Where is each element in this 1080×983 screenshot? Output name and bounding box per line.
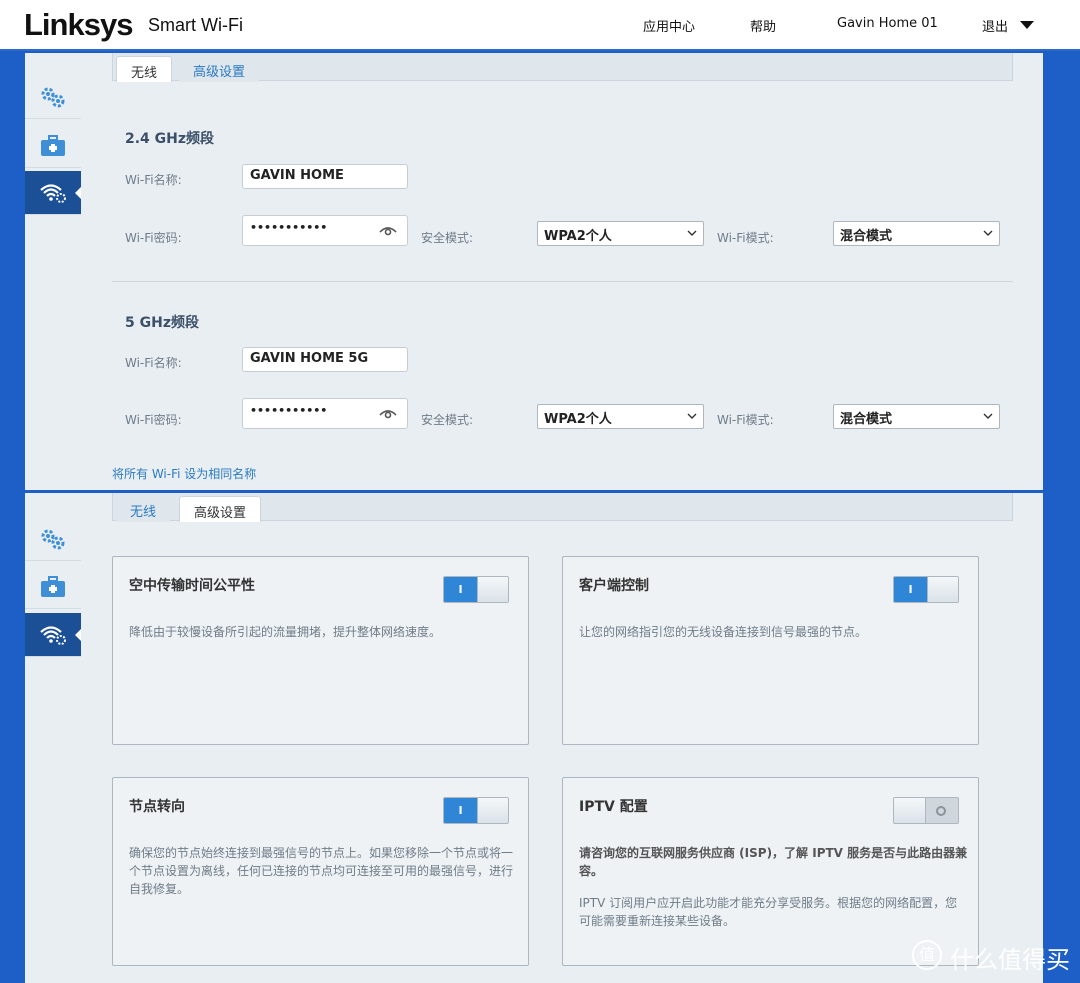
chevron-down-icon	[983, 413, 993, 419]
wifi-settings-icon	[40, 625, 66, 645]
product-name: Smart Wi-Fi	[148, 15, 243, 35]
band24-security-label: 安全模式:	[421, 231, 474, 245]
nav-help[interactable]: 帮助	[750, 16, 776, 35]
chevron-down-icon	[687, 413, 697, 419]
client-steering-card: 客户端控制 I 让您的网络指引您的无线设备连接到信号最强的节点。	[562, 556, 979, 745]
card-title: 节点转向	[129, 799, 185, 815]
card-description-secondary: IPTV 订阅用户应开启此功能才能充分享受服务。根据您的网络配置，您可能需要重新…	[579, 896, 958, 928]
band5-mode-select[interactable]: 混合模式	[833, 404, 1000, 429]
airtime-fairness-toggle[interactable]: I	[443, 576, 509, 603]
node-steering-card: 节点转向 I 确保您的节点始终连接到最强信号的节点上。如果您移除一个节点或将一个…	[112, 777, 529, 966]
band5-title: 5 GHz频段	[125, 315, 199, 331]
card-description: 让您的网络指引您的无线设备连接到信号最强的节点。	[579, 625, 868, 639]
band5-security-value: WPA2个人	[544, 412, 612, 427]
divider	[112, 281, 1013, 282]
band5-security-label: 安全模式:	[421, 413, 474, 427]
card-description: 请咨询您的互联网服务供应商 (ISP)，了解 IPTV 服务是否与此路由器兼容。	[579, 846, 968, 878]
linksys-logo[interactable]: Linksys	[24, 7, 133, 43]
password-mask: •••••••••••	[250, 404, 328, 417]
card-title: 客户端控制	[579, 578, 649, 594]
eye-icon[interactable]	[379, 225, 397, 237]
top-bar: Linksys Smart Wi-Fi 应用中心 帮助 Gavin Home 0…	[0, 0, 1080, 51]
advanced-panel: 无线 高级设置 空中传输时间公平性 I 降低由于较慢设备所引起的流量拥堵，提升整…	[81, 493, 1043, 983]
chevron-down-icon[interactable]	[1020, 21, 1034, 29]
sidebar-item-wifi[interactable]	[25, 613, 82, 657]
band24-password-label: Wi-Fi密码:	[125, 231, 182, 245]
band24-security-value: WPA2个人	[544, 229, 612, 244]
node-steering-toggle[interactable]: I	[443, 797, 509, 824]
band5-password-field[interactable]: •••••••••••	[242, 398, 408, 429]
wifi-settings-icon	[40, 183, 66, 203]
toggle-on-indicator: I	[444, 577, 477, 602]
sidebar	[25, 53, 82, 490]
toggle-off-indicator	[936, 806, 946, 816]
band5-name-field[interactable]: GAVIN HOME 5G	[242, 347, 408, 372]
gears-icon	[41, 529, 65, 549]
band5-mode-value: 混合模式	[840, 412, 893, 427]
sidebar-item-wifi[interactable]	[25, 171, 82, 215]
band24-mode-value: 混合模式	[840, 229, 893, 244]
sidebar	[25, 493, 82, 983]
same-name-link[interactable]: 将所有 Wi-Fi 设为相同名称	[112, 465, 256, 482]
sidebar-item-toolbox[interactable]	[25, 565, 81, 609]
tab-wireless[interactable]: 无线	[116, 56, 173, 82]
card-title: IPTV 配置	[579, 799, 648, 815]
band24-mode-select[interactable]: 混合模式	[833, 221, 1000, 246]
tab-advanced[interactable]: 高级设置	[179, 496, 262, 522]
band5-name-label: Wi-Fi名称:	[125, 356, 182, 370]
watermark-badge: 值	[912, 940, 942, 970]
nav-router-name[interactable]: Gavin Home 01	[837, 16, 938, 31]
band24-security-select[interactable]: WPA2个人	[537, 221, 704, 246]
iptv-card: IPTV 配置 请咨询您的互联网服务供应商 (ISP)，了解 IPTV 服务是否…	[562, 777, 979, 966]
toolbox-icon	[41, 575, 65, 597]
toggle-knob	[927, 577, 958, 602]
band5-password-label: Wi-Fi密码:	[125, 413, 182, 427]
band24-password-field[interactable]: •••••••••••	[242, 215, 408, 246]
password-mask: •••••••••••	[250, 221, 328, 234]
chevron-down-icon	[687, 230, 697, 236]
card-description: 降低由于较慢设备所引起的流量拥堵，提升整体网络速度。	[129, 625, 442, 639]
tab-advanced[interactable]: 高级设置	[179, 56, 260, 82]
airtime-fairness-card: 空中传输时间公平性 I 降低由于较慢设备所引起的流量拥堵，提升整体网络速度。	[112, 556, 529, 745]
sidebar-item-toolbox[interactable]	[25, 124, 81, 168]
watermark-text: 什么值得买	[950, 946, 1070, 974]
band24-title: 2.4 GHz频段	[125, 131, 215, 147]
tab-strip: 无线 高级设置	[112, 493, 1013, 522]
sidebar-item-settings[interactable]	[25, 517, 81, 561]
wireless-panel: 无线 高级设置 2.4 GHz频段 Wi-Fi名称: GAVIN HOME Wi…	[81, 53, 1043, 490]
band24-name-label: Wi-Fi名称:	[125, 173, 182, 187]
nav-logout[interactable]: 退出	[982, 16, 1008, 35]
gears-icon	[41, 87, 65, 107]
tab-wireless[interactable]: 无线	[116, 496, 171, 522]
card-title: 空中传输时间公平性	[129, 578, 255, 594]
nav-app-center[interactable]: 应用中心	[643, 16, 695, 35]
band24-mode-label: Wi-Fi模式:	[717, 231, 774, 245]
chevron-down-icon	[983, 230, 993, 236]
band5-security-select[interactable]: WPA2个人	[537, 404, 704, 429]
band5-mode-label: Wi-Fi模式:	[717, 413, 774, 427]
sidebar-item-settings[interactable]	[25, 75, 81, 119]
toggle-knob	[477, 577, 508, 602]
toggle-knob	[894, 798, 926, 823]
toggle-on-indicator: I	[894, 577, 927, 602]
band24-name-field[interactable]: GAVIN HOME	[242, 164, 408, 189]
client-steering-toggle[interactable]: I	[893, 576, 959, 603]
toggle-on-indicator: I	[444, 798, 477, 823]
eye-icon[interactable]	[379, 408, 397, 420]
toolbox-icon	[41, 134, 65, 156]
toggle-knob	[477, 798, 508, 823]
iptv-toggle[interactable]	[893, 797, 959, 824]
tab-strip: 无线 高级设置	[112, 53, 1013, 82]
card-description: 确保您的节点始终连接到最强信号的节点上。如果您移除一个节点或将一个节点设置为离线…	[129, 846, 514, 896]
